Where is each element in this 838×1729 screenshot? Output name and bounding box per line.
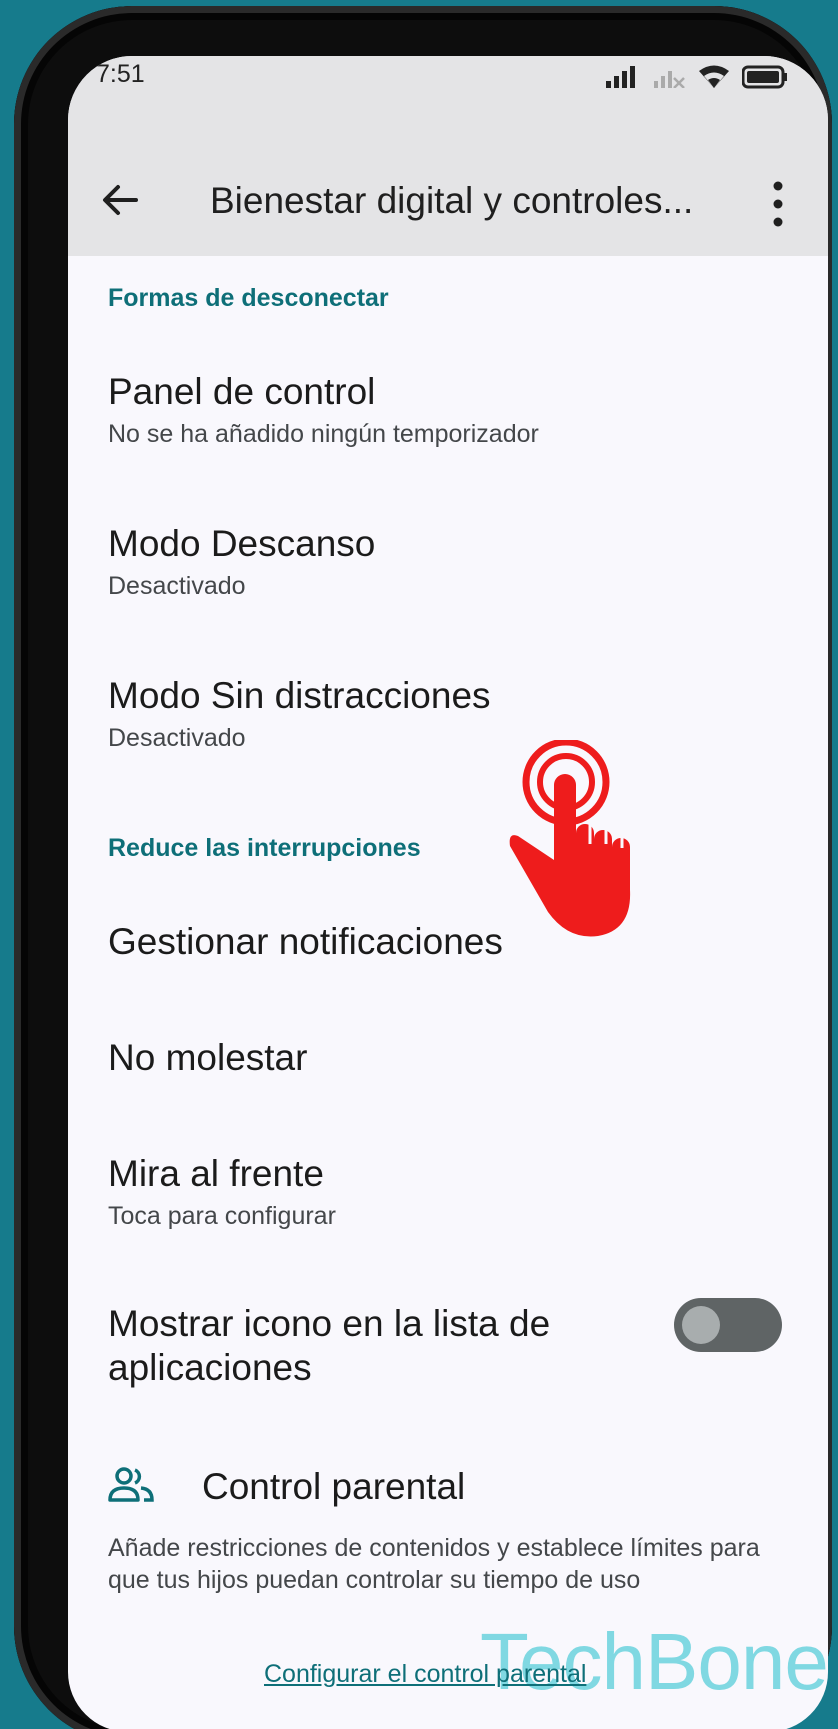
item-title: Modo Sin distracciones	[108, 675, 491, 716]
back-arrow-icon[interactable]	[96, 176, 144, 224]
item-no-molestar[interactable]: No molestar	[108, 1036, 748, 1080]
parental-control-title: Control parental	[202, 1466, 466, 1507]
item-title: Mostrar icono en la lista de aplicacione…	[108, 1303, 551, 1388]
toggle-knob	[682, 1306, 720, 1344]
item-title: Panel de control	[108, 371, 376, 412]
show-icon-toggle[interactable]	[674, 1298, 782, 1352]
item-title: No molestar	[108, 1037, 308, 1078]
status-time: 7:51	[96, 60, 145, 88]
more-vert-icon[interactable]	[758, 176, 798, 232]
signal-icon	[654, 71, 685, 88]
item-modo-descanso[interactable]: Modo Descanso Desactivado	[108, 522, 748, 601]
item-panel-de-control[interactable]: Panel de control No se ha añadido ningún…	[108, 370, 748, 449]
item-mostrar-icono[interactable]: Mostrar icono en la lista de aplicacione…	[108, 1302, 628, 1390]
status-icons	[606, 64, 788, 90]
phone-frame: 7:51 Bienestar digital y controles... Fo…	[14, 6, 832, 1729]
item-modo-sin-distracciones[interactable]: Modo Sin distracciones Desactivado	[108, 674, 748, 753]
item-subtitle: No se ha añadido ningún temporizador	[108, 420, 539, 448]
parental-control-description: Añade restricciones de contenidos y esta…	[108, 1534, 760, 1594]
tap-hand-icon	[509, 740, 631, 937]
item-title: Gestionar notificaciones	[108, 921, 503, 962]
item-subtitle: Desactivado	[108, 572, 246, 600]
item-title: Mira al frente	[108, 1153, 324, 1194]
page-title: Bienestar digital y controles...	[210, 180, 694, 221]
section-heading-interruptions: Reduce las interrupciones	[108, 834, 421, 862]
item-mira-al-frente[interactable]: Mira al frente Toca para configurar	[108, 1152, 748, 1231]
screen: 7:51 Bienestar digital y controles... Fo…	[68, 56, 828, 1729]
wifi-icon	[699, 65, 729, 88]
app-bar: Bienestar digital y controles...	[68, 116, 828, 256]
item-subtitle: Toca para configurar	[108, 1202, 336, 1230]
configure-parental-link[interactable]: Configurar el control parental	[264, 1660, 586, 1689]
item-gestionar-notificaciones[interactable]: Gestionar notificaciones	[108, 920, 748, 964]
item-title: Modo Descanso	[108, 523, 376, 564]
section-heading-disconnect: Formas de desconectar	[108, 284, 389, 312]
signal-icon	[606, 66, 635, 88]
status-bar: 7:51	[68, 56, 828, 116]
battery-icon	[742, 65, 787, 89]
item-subtitle: Desactivado	[108, 724, 246, 752]
parental-control-icon	[108, 1467, 154, 1502]
